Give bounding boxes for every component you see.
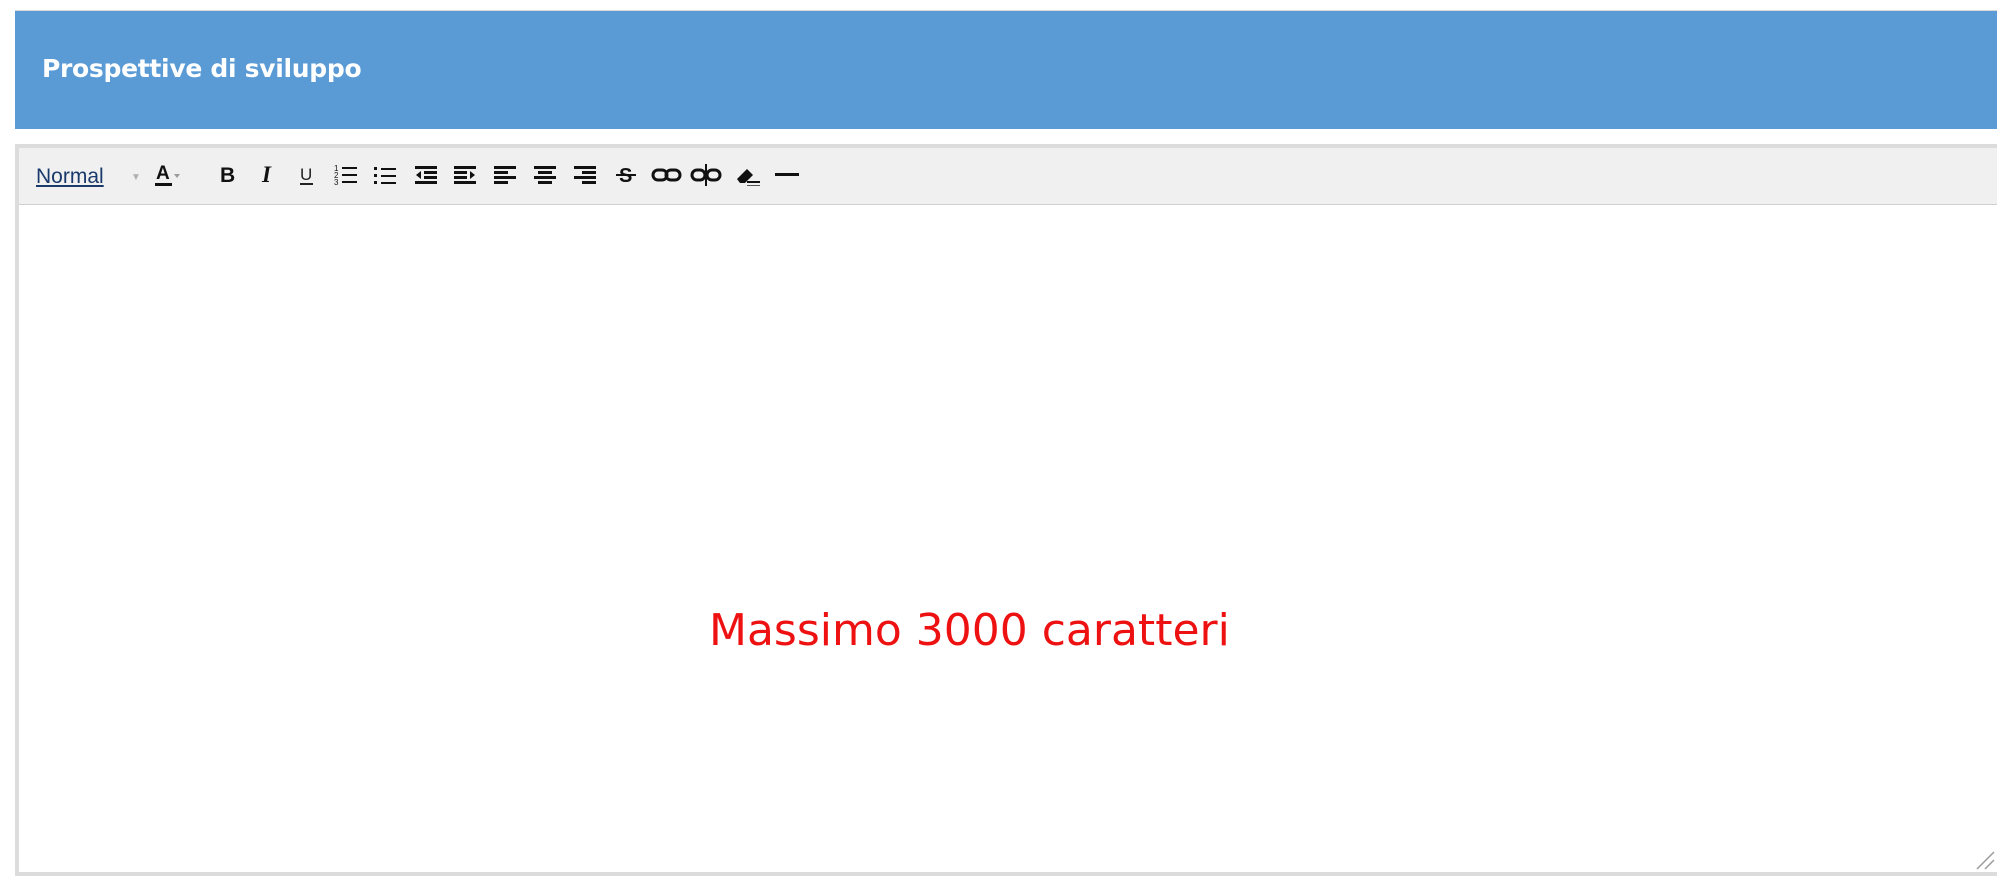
eraser-icon [737, 169, 760, 186]
panel-header: Prospettive di sviluppo [15, 10, 1997, 129]
horizontal-rule-button[interactable] [773, 160, 801, 190]
strikethrough-button[interactable]: S [613, 160, 641, 190]
resize-grip-icon[interactable] [1973, 848, 1995, 870]
unlink-icon [690, 164, 722, 186]
horizontal-rule-icon [775, 173, 799, 176]
ordered-list-icon: 1 2 3 [334, 164, 357, 187]
indent-icon [454, 166, 476, 184]
bold-icon: B [220, 164, 235, 187]
outdent-button[interactable] [412, 160, 440, 190]
align-center-button[interactable] [531, 160, 559, 190]
clear-format-button[interactable] [733, 160, 763, 190]
page: Prospettive di sviluppo Normal ▼ A B I U… [0, 0, 1997, 883]
underline-icon: U [300, 165, 313, 185]
unlink-button[interactable] [690, 160, 722, 190]
svg-text:B: B [220, 164, 235, 187]
align-left-icon [494, 166, 516, 184]
strikethrough-icon: S [616, 165, 636, 187]
editor-toolbar: Normal ▼ A B I U 1 2 3 [19, 148, 1997, 205]
link-button[interactable] [651, 160, 683, 190]
align-right-icon [574, 166, 596, 184]
dropdown-caret-icon[interactable]: ▼ [131, 162, 141, 192]
character-limit-note: Massimo 3000 caratteri [709, 605, 1230, 656]
ordered-list-button[interactable]: 1 2 3 [332, 160, 360, 190]
svg-text:A: A [156, 163, 170, 184]
link-icon [651, 168, 682, 182]
rich-text-editor: Normal ▼ A B I U 1 2 3 Massimo 3000 cara… [15, 144, 1997, 876]
indent-button[interactable] [451, 160, 479, 190]
svg-text:I: I [261, 162, 272, 187]
align-left-button[interactable] [491, 160, 519, 190]
align-right-button[interactable] [571, 160, 599, 190]
underline-button[interactable]: U [294, 160, 320, 190]
editor-text-area[interactable]: Massimo 3000 caratteri [19, 205, 1997, 872]
svg-text:U: U [300, 165, 312, 184]
format-select[interactable]: Normal [36, 162, 104, 192]
bullet-list-button[interactable] [371, 160, 399, 190]
align-center-icon [534, 166, 556, 184]
panel-title: Prospettive di sviluppo [42, 54, 362, 83]
font-color-icon: A [155, 163, 180, 186]
italic-button[interactable]: I [255, 160, 281, 190]
outdent-icon [415, 166, 437, 184]
bold-button[interactable]: B [215, 160, 241, 190]
bullet-list-icon [374, 167, 396, 184]
italic-icon: I [261, 162, 272, 187]
svg-text:3: 3 [334, 178, 339, 187]
font-color-button[interactable]: A [152, 160, 182, 190]
